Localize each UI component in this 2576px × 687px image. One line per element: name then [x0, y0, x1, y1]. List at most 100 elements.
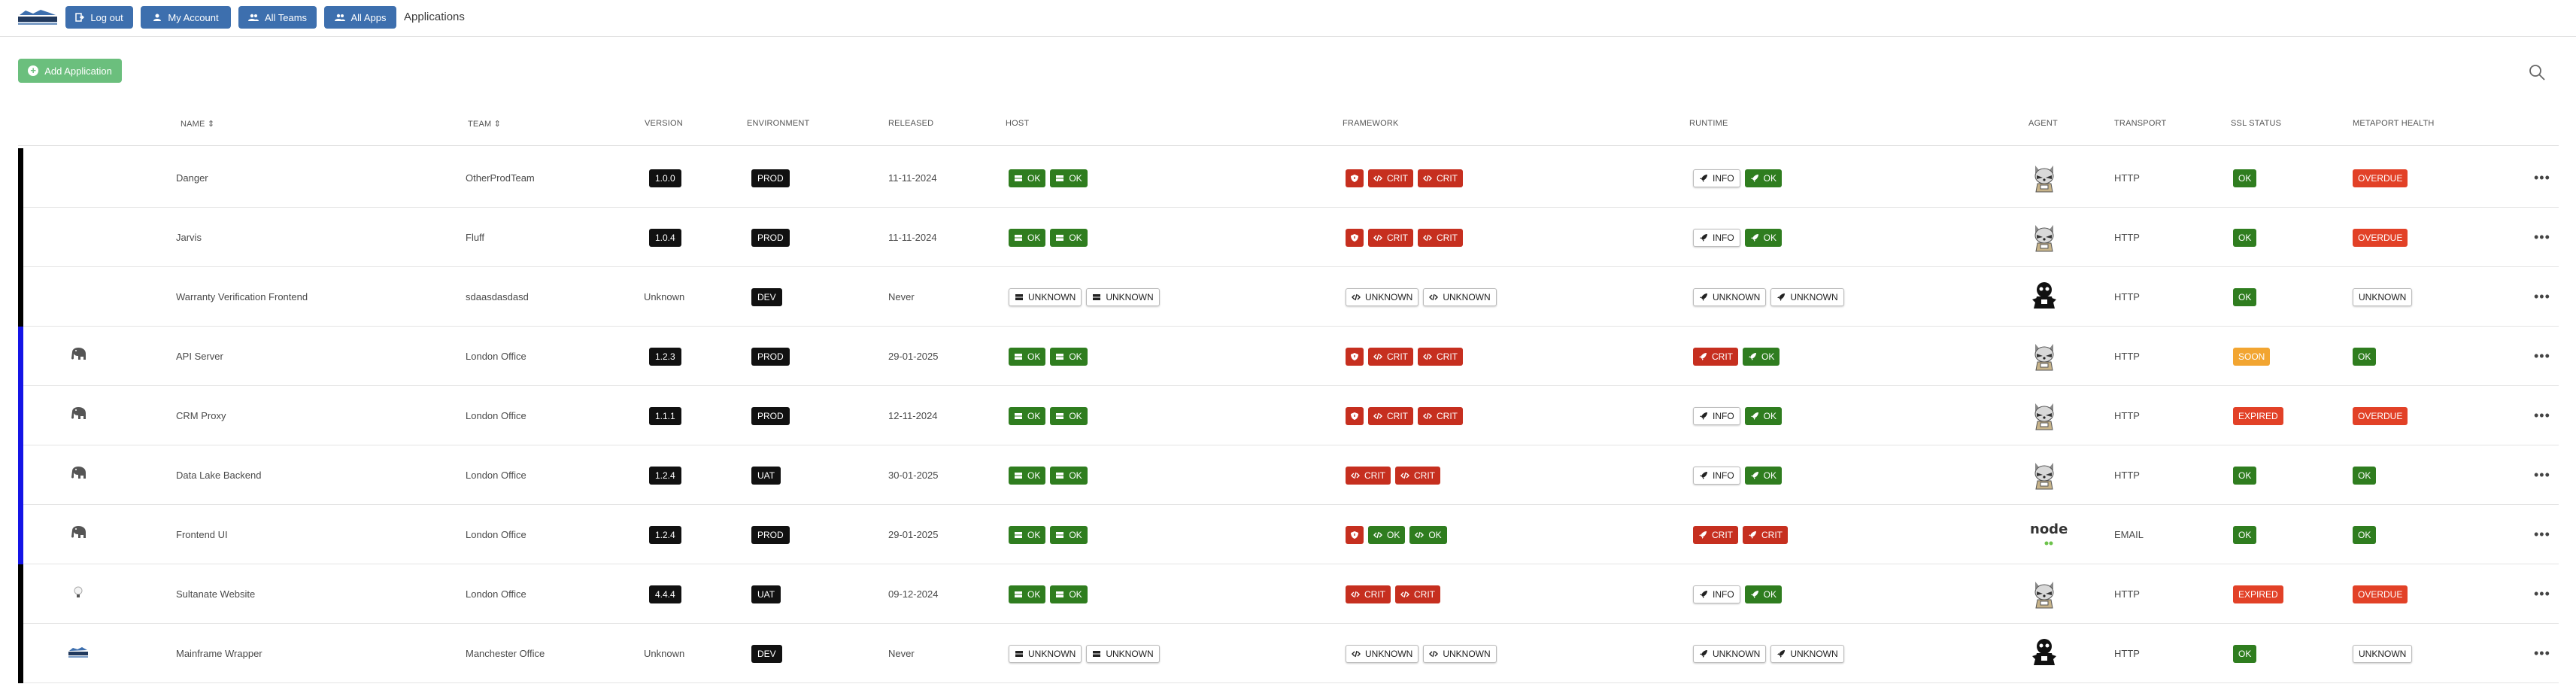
- app-name[interactable]: CRM Proxy: [176, 386, 226, 445]
- agent-cell: node: [2030, 505, 2068, 564]
- runtime-status-text: INFO: [1713, 588, 1734, 600]
- column-header-framework: FRAMEWORK: [1343, 119, 1399, 128]
- release-date: 11-11-2024: [888, 232, 937, 243]
- app-name[interactable]: API Server: [176, 327, 223, 386]
- code-icon: [1429, 293, 1439, 302]
- shield-icon: [1350, 530, 1359, 540]
- runtime-status-badge: OK: [1744, 466, 1783, 485]
- column-header-agent: AGENT: [2028, 119, 2058, 128]
- framework-status-badge: UNKNOWN: [1346, 287, 1419, 306]
- column-header-team[interactable]: TEAM ⇕: [468, 119, 501, 129]
- row-menu-icon[interactable]: •••: [2534, 445, 2550, 505]
- runtime-status-badge: INFO: [1693, 228, 1740, 247]
- framework-status-text: CRIT: [1414, 588, 1435, 600]
- ssl-status-text: OK: [2238, 172, 2252, 184]
- table-row[interactable]: Mainframe Wrapper Manchester Office Unknow…: [18, 624, 2559, 683]
- app-name[interactable]: Data Lake Backend: [176, 445, 261, 505]
- server-icon: [1014, 590, 1023, 599]
- table-row[interactable]: Frontend UI London Office 1.2.4 PROD 29-01-2…: [18, 505, 2559, 564]
- framework-status-badge: [1346, 169, 1364, 187]
- column-header-ssl-status: SSL STATUS: [2231, 119, 2282, 128]
- all-teams-button[interactable]: All Teams: [238, 6, 317, 29]
- ssl-status-cell: OK: [2233, 208, 2261, 267]
- search-icon[interactable]: [2528, 63, 2546, 81]
- runtime-status-cell: INFO OK: [1693, 386, 1786, 445]
- raccoon-agent-icon: [2030, 339, 2059, 373]
- row-menu-icon[interactable]: •••: [2534, 267, 2550, 327]
- version-value: Unknown: [644, 648, 685, 659]
- host-status-text: OK: [1069, 470, 1082, 481]
- server-icon: [1014, 352, 1023, 361]
- runtime-status-badge: OK: [1744, 169, 1783, 187]
- ssl-status-cell: OK: [2233, 445, 2261, 505]
- column-header-name[interactable]: NAME ⇕: [181, 119, 214, 129]
- framework-status-badge: CRIT: [1368, 406, 1413, 425]
- version-value: 1.0.0: [649, 169, 681, 187]
- column-header-host: HOST: [1006, 119, 1030, 128]
- framework-status-cell: CRIT CRIT: [1346, 208, 1467, 267]
- server-icon: [1092, 293, 1101, 302]
- framework-status-badge: [1346, 347, 1364, 366]
- health-status-cell: OVERDUE: [2353, 564, 2412, 624]
- rocket-icon: [1776, 293, 1786, 302]
- app-name[interactable]: Danger: [176, 148, 208, 208]
- row-menu-icon[interactable]: •••: [2534, 386, 2550, 445]
- health-status-badge: OVERDUE: [2353, 228, 2408, 247]
- host-status-text: UNKNOWN: [1028, 648, 1076, 659]
- row-menu-icon[interactable]: •••: [2534, 148, 2550, 208]
- framework-status-text: UNKNOWN: [1365, 291, 1413, 302]
- host-status-badge: OK: [1009, 347, 1046, 366]
- app-name[interactable]: Jarvis: [176, 208, 202, 267]
- framework-status-cell: CRIT CRIT: [1346, 564, 1445, 624]
- table-row[interactable]: API Server London Office 1.2.3 PROD 29-01-20…: [18, 327, 2559, 386]
- row-menu-icon[interactable]: •••: [2534, 327, 2550, 386]
- column-header-released: RELEASED: [888, 119, 934, 128]
- runtime-status-cell: UNKNOWN UNKNOWN: [1693, 267, 1849, 327]
- table-row[interactable]: Danger OtherProdTeam 1.0.0 PROD 11-11-2024 OK…: [18, 148, 2559, 208]
- row-menu-icon[interactable]: •••: [2534, 208, 2550, 267]
- runtime-status-text: OK: [1763, 232, 1777, 243]
- all-apps-button[interactable]: All Apps: [324, 6, 396, 29]
- framework-status-text: CRIT: [1437, 172, 1458, 184]
- server-icon: [1014, 471, 1023, 480]
- runtime-status-text: INFO: [1713, 232, 1734, 243]
- runtime-status-badge: OK: [1744, 406, 1783, 425]
- row-menu-icon[interactable]: •••: [2534, 505, 2550, 564]
- environment-badge: DEV: [751, 287, 782, 306]
- raccoon-agent-icon: [2030, 220, 2059, 254]
- table-row[interactable]: CRM Proxy London Office 1.1.1 PROD 12-11-202…: [18, 386, 2559, 445]
- agent-cell: [2030, 327, 2059, 386]
- release-date: Never: [888, 648, 915, 659]
- code-icon: [1423, 352, 1432, 361]
- host-status-badge: OK: [1009, 585, 1046, 603]
- column-header-metaport-health: METAPORT HEALTH: [2353, 119, 2435, 128]
- ssl-status-badge: OK: [2233, 466, 2257, 485]
- table-row[interactable]: Jarvis Fluff 1.0.4 PROD 11-11-2024 OK OK CRIT CR…: [18, 208, 2559, 267]
- code-icon: [1351, 471, 1360, 480]
- version-cell: 1.0.0: [649, 148, 681, 208]
- transport-value: HTTP: [2114, 232, 2140, 243]
- app-name[interactable]: Sultanate Website: [176, 564, 255, 624]
- rocket-icon: [1699, 293, 1708, 302]
- team-name: London Office: [466, 410, 526, 421]
- transport-value: HTTP: [2114, 172, 2140, 184]
- metaport-logo[interactable]: [17, 8, 59, 27]
- app-name[interactable]: Warranty Verification Frontend: [176, 267, 308, 327]
- app-name[interactable]: Frontend UI: [176, 505, 228, 564]
- table-row[interactable]: Data Lake Backend London Office 1.2.4 UAT 30…: [18, 445, 2559, 505]
- logout-button[interactable]: Log out: [65, 6, 133, 29]
- team-name: London Office: [466, 588, 526, 600]
- framework-status-badge: CRIT: [1368, 228, 1413, 247]
- my-account-button[interactable]: My Account: [141, 6, 231, 29]
- row-menu-icon[interactable]: •••: [2534, 564, 2550, 624]
- row-menu-icon[interactable]: •••: [2534, 624, 2550, 683]
- host-status-text: UNKNOWN: [1106, 291, 1154, 302]
- runtime-status-badge: OK: [1744, 228, 1783, 247]
- add-application-button[interactable]: + Add Application: [18, 59, 122, 83]
- table-row[interactable]: Warranty Verification Frontend sdaasdasda…: [18, 267, 2559, 327]
- framework-status-text: CRIT: [1387, 351, 1408, 362]
- table-row[interactable]: Sultanate Website London Office 4.4.4 UAT 09…: [18, 564, 2559, 624]
- host-status-text: OK: [1069, 529, 1082, 540]
- runtime-status-badge: UNKNOWN: [1770, 644, 1844, 663]
- app-name[interactable]: Mainframe Wrapper: [176, 624, 262, 683]
